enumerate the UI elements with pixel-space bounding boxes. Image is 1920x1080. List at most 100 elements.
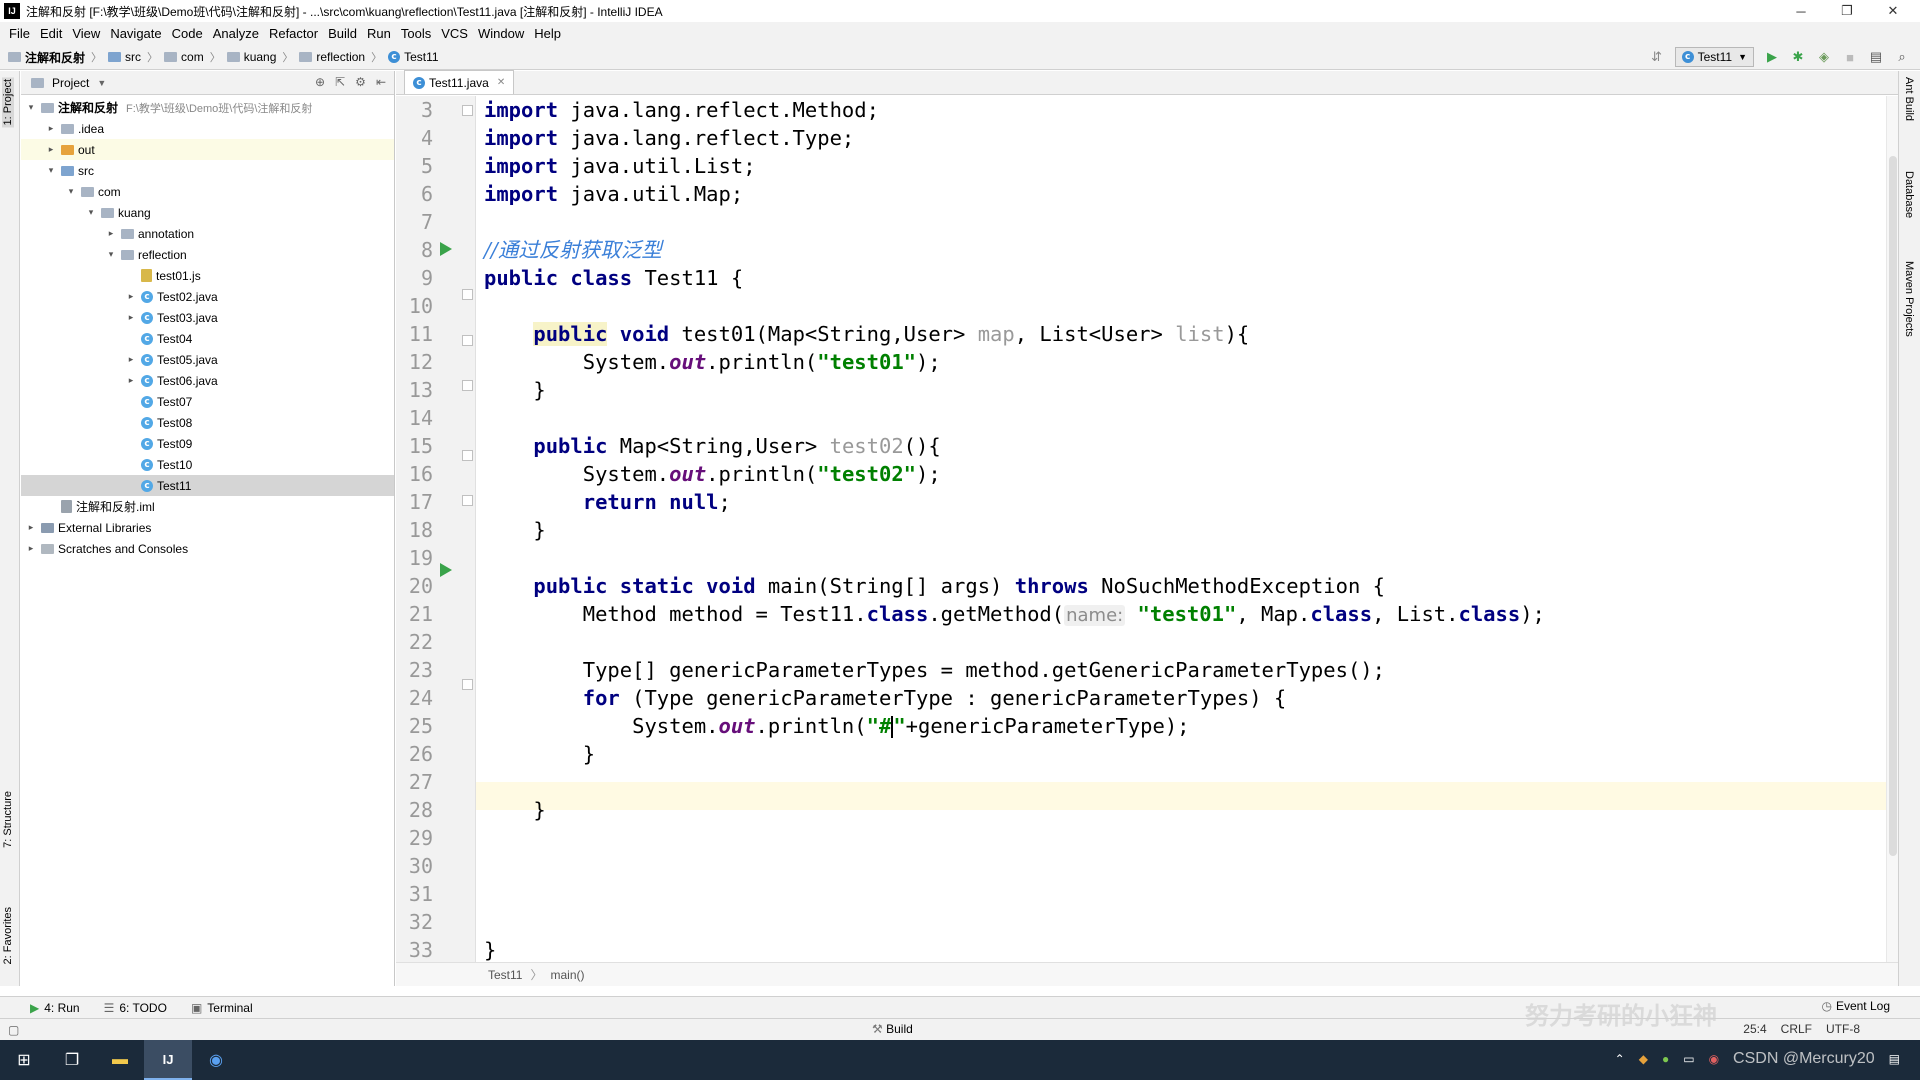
tree-item[interactable]: ▸ annotation (21, 223, 394, 244)
tree-item[interactable]: c Test10 (21, 454, 394, 475)
windows-start-icon[interactable]: ⊞ (0, 1040, 48, 1080)
tab-todo[interactable]: ☰ 6: TODO (104, 1001, 167, 1015)
tab-ant-build[interactable]: Ant Build (1903, 77, 1915, 121)
run-icon[interactable]: ▶ (1764, 49, 1780, 65)
task-view-icon[interactable]: ❐ (48, 1040, 96, 1080)
collapsed-arrow-icon[interactable]: ▸ (125, 375, 137, 386)
tab-test11-java[interactable]: c Test11.java ✕ (404, 70, 515, 94)
project-view-select[interactable]: Project (52, 76, 89, 90)
tree-item[interactable]: ▸ out (21, 139, 394, 160)
tab-terminal[interactable]: ▣ Terminal (191, 1001, 253, 1015)
close-tab-icon[interactable]: ✕ (497, 77, 505, 88)
expanded-arrow-icon[interactable]: ▾ (85, 207, 97, 218)
tree-item[interactable]: ▾ kuang (21, 202, 394, 223)
collapsed-arrow-icon[interactable]: ▸ (105, 228, 117, 239)
tab-event-log[interactable]: ◷ Event Log (1821, 999, 1890, 1013)
menu-analyze[interactable]: Analyze (208, 26, 264, 41)
menu-view[interactable]: View (67, 26, 105, 41)
tree-item[interactable]: ▾ 注解和反射 F:\教学\班级\Demo班\代码\注解和反射 (21, 97, 394, 118)
run-configuration-select[interactable]: c Test11 ▼ (1674, 47, 1754, 67)
run-main-icon[interactable] (440, 563, 452, 577)
tab-run[interactable]: ▶ 4: Run (30, 1001, 80, 1015)
run-class-icon[interactable] (440, 242, 452, 256)
breadcrumb-project[interactable]: 注解和反射 (25, 49, 85, 66)
notification-icon[interactable]: ▤ (1889, 1052, 1900, 1066)
locate-icon[interactable]: ⊕ (315, 75, 325, 89)
collapse-all-icon[interactable]: ⇱ (335, 75, 345, 89)
tree-item[interactable]: c Test07 (21, 391, 394, 412)
close-button[interactable]: ✕ (1870, 0, 1916, 22)
collapsed-arrow-icon[interactable]: ▸ (125, 354, 137, 365)
tray-app-icon[interactable]: ● (1662, 1052, 1669, 1066)
fold-icon[interactable] (462, 380, 473, 391)
tab-maven-projects[interactable]: Maven Projects (1903, 261, 1915, 337)
network-icon[interactable]: ▭ (1683, 1052, 1694, 1066)
menu-window[interactable]: Window (473, 26, 529, 41)
stop-icon[interactable]: ■ (1842, 49, 1858, 65)
coverage-icon[interactable]: ◈ (1816, 49, 1832, 65)
fold-icon[interactable] (462, 495, 473, 506)
breadcrumb-com[interactable]: com (181, 50, 204, 64)
project-structure-icon[interactable]: ▤ (1868, 49, 1884, 65)
tab-database[interactable]: Database (1903, 171, 1915, 218)
breadcrumb-test11[interactable]: Test11 (404, 50, 438, 64)
menu-build[interactable]: Build (323, 26, 362, 41)
menu-help[interactable]: Help (529, 26, 566, 41)
minimize-button[interactable]: ─ (1778, 0, 1824, 22)
tree-item[interactable]: ▾ com (21, 181, 394, 202)
tab-favorites[interactable]: 2: Favorites (2, 907, 14, 964)
build-project-icon[interactable]: ⇵ (1649, 49, 1665, 65)
tab-structure[interactable]: 7: Structure (2, 791, 14, 848)
maximize-button[interactable]: ❐ (1824, 0, 1870, 22)
chevron-up-icon[interactable]: ⌃ (1615, 1052, 1625, 1066)
expanded-arrow-icon[interactable]: ▾ (105, 249, 117, 260)
tree-item[interactable]: ▸ External Libraries (21, 517, 394, 538)
editor-breadcrumb-class[interactable]: Test11 (488, 968, 522, 982)
tree-item[interactable]: 注解和反射.iml (21, 496, 394, 517)
tree-item[interactable]: test01.js (21, 265, 394, 286)
collapsed-arrow-icon[interactable]: ▸ (125, 312, 137, 323)
breadcrumb-src[interactable]: src (125, 50, 141, 64)
tree-item[interactable]: ▾ reflection (21, 244, 394, 265)
fold-icon[interactable] (462, 335, 473, 346)
menu-vcs[interactable]: VCS (436, 26, 473, 41)
menu-file[interactable]: File (4, 26, 35, 41)
line-separator[interactable]: CRLF (1781, 1022, 1812, 1036)
tray-app-icon[interactable]: ◆ (1639, 1052, 1648, 1066)
collapsed-arrow-icon[interactable]: ▸ (125, 291, 137, 302)
file-explorer-icon[interactable]: ▬ (96, 1040, 144, 1080)
gear-icon[interactable]: ⚙ (355, 75, 366, 89)
tree-item[interactable]: c Test04 (21, 328, 394, 349)
intellij-taskbar-icon[interactable]: IJ (144, 1040, 192, 1080)
collapsed-arrow-icon[interactable]: ▸ (45, 144, 57, 155)
hide-panel-icon[interactable]: ⇤ (376, 75, 386, 89)
search-icon[interactable]: ⌕ (1894, 49, 1910, 65)
tree-item[interactable]: ▸ c Test03.java (21, 307, 394, 328)
fold-icon[interactable] (462, 679, 473, 690)
tree-item[interactable]: c Test08 (21, 412, 394, 433)
tree-item[interactable]: ▸ c Test05.java (21, 349, 394, 370)
expanded-arrow-icon[interactable]: ▾ (45, 165, 57, 176)
fold-icon[interactable] (462, 289, 473, 300)
browser-taskbar-icon[interactable]: ◉ (192, 1040, 240, 1080)
scrollbar-thumb[interactable] (1889, 156, 1897, 856)
build-status[interactable]: ⚒ Build (872, 1022, 913, 1036)
tree-item[interactable]: ▸ .idea (21, 118, 394, 139)
expanded-arrow-icon[interactable]: ▾ (25, 102, 37, 113)
tree-item[interactable]: ▸ Scratches and Consoles (21, 538, 394, 559)
menu-navigate[interactable]: Navigate (105, 26, 166, 41)
collapsed-arrow-icon[interactable]: ▸ (25, 543, 37, 554)
debug-icon[interactable]: ✱ (1790, 49, 1806, 65)
fold-icon[interactable] (462, 450, 473, 461)
tab-project[interactable]: 1: Project (2, 77, 14, 128)
tree-item[interactable]: ▾ src (21, 160, 394, 181)
tool-window-toggle-icon[interactable]: ▢ (8, 1023, 19, 1037)
tree-item[interactable]: c Test11 (21, 475, 394, 496)
record-icon[interactable]: ◉ (1709, 1052, 1719, 1066)
fold-icon[interactable] (462, 105, 473, 116)
menu-edit[interactable]: Edit (35, 26, 67, 41)
collapsed-arrow-icon[interactable]: ▸ (25, 522, 37, 533)
vertical-scrollbar[interactable] (1886, 96, 1898, 962)
file-encoding[interactable]: UTF-8 (1826, 1022, 1860, 1036)
menu-tools[interactable]: Tools (396, 26, 436, 41)
